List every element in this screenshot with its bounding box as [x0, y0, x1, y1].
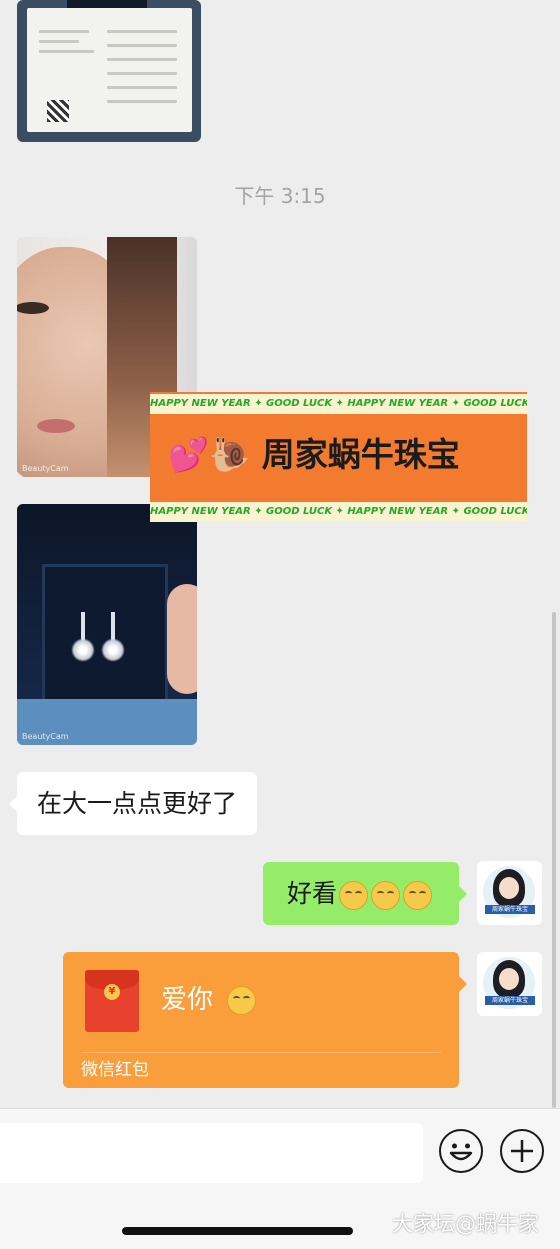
earring — [71, 638, 95, 662]
sent-message-bubble[interactable]: 好看 — [263, 862, 467, 925]
red-packet-divider — [81, 1052, 441, 1053]
avatar-caption: 周家蜗牛珠宝 — [485, 905, 535, 914]
home-indicator[interactable] — [122, 1227, 353, 1235]
chat-scrollbar[interactable] — [552, 612, 556, 1108]
heart-snail-icon: 💕🐌 — [168, 435, 251, 474]
red-packet-message-row: 爱你 — [161, 982, 259, 1018]
grin-emoji-icon — [371, 880, 401, 910]
certificate-line — [39, 30, 89, 33]
sent-message-text: 好看 — [287, 879, 338, 908]
site-watermark: 大家坛@蜗牛家 — [392, 1212, 539, 1236]
my-avatar[interactable]: 周家蜗牛珠宝 — [477, 861, 542, 925]
eye — [17, 302, 49, 314]
avatar-caption: 周家蜗牛珠宝 — [485, 996, 535, 1005]
certificate-line — [107, 30, 177, 33]
hand — [167, 584, 197, 694]
avatar-face — [499, 968, 519, 990]
banner-title: 周家蜗牛珠宝 — [261, 435, 460, 474]
red-packet-icon: ¥ — [85, 970, 139, 1032]
earring — [101, 638, 125, 662]
certificate-line — [39, 50, 94, 53]
red-packet-message[interactable]: ¥ 爱你 微信红包 — [63, 952, 467, 1088]
plus-icon — [511, 1140, 533, 1162]
received-message-bubble[interactable]: 在大一点点更好了 — [8, 772, 258, 835]
certificate-line — [107, 86, 177, 89]
certificate-paper — [27, 8, 192, 132]
banner-ticker-bottom: HAPPY NEW YEAR ✦ GOOD LUCK ✦ HAPPY NEW Y… — [150, 502, 527, 522]
grin-emoji-icon — [403, 880, 433, 910]
photo-watermark: BeautyCam — [22, 464, 69, 473]
earrings-box-photo[interactable]: BeautyCam — [17, 504, 197, 745]
red-packet-message-text: 爱你 — [161, 985, 214, 1015]
qr-code — [47, 100, 69, 122]
plus-button[interactable] — [500, 1129, 544, 1173]
certificate-line — [107, 44, 177, 47]
avatar-face — [499, 877, 519, 899]
red-packet-label: 微信红包 — [81, 1060, 149, 1080]
received-message-text: 在大一点点更好了 — [37, 789, 238, 818]
photo-watermark: BeautyCam — [22, 732, 69, 741]
emoji-button[interactable] — [439, 1129, 483, 1173]
certificate-line — [107, 58, 177, 61]
certificate-line — [107, 100, 177, 103]
grin-emoji-icon — [339, 880, 369, 910]
certificate-photo-message[interactable] — [17, 0, 201, 142]
jewelry-box-inner — [42, 564, 168, 705]
shop-banner-watermark: HAPPY NEW YEAR ✦ GOOD LUCK ✦ HAPPY NEW Y… — [150, 392, 527, 522]
banner-ticker-top: HAPPY NEW YEAR ✦ GOOD LUCK ✦ HAPPY NEW Y… — [150, 394, 527, 414]
message-input[interactable] — [0, 1123, 423, 1183]
certificate-line — [107, 72, 177, 75]
yuan-coin-icon: ¥ — [104, 984, 120, 1000]
banner-title-row: 💕🐌 周家蜗牛珠宝 — [150, 428, 527, 482]
smile-icon — [449, 1143, 473, 1161]
kiss-emoji-icon — [227, 986, 257, 1015]
my-avatar[interactable]: 周家蜗牛珠宝 — [477, 952, 542, 1016]
lips — [37, 419, 75, 433]
certificate-line — [39, 40, 79, 43]
chat-timestamp: 下午 3:15 — [234, 184, 326, 208]
